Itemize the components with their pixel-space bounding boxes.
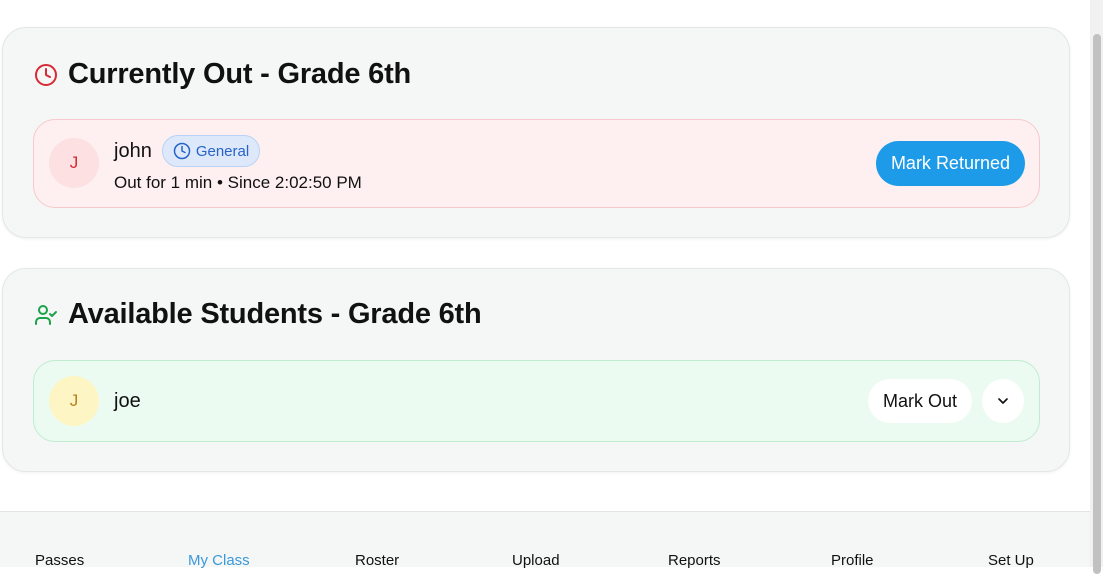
- student-name: john: [114, 139, 152, 162]
- currently-out-title: Currently Out - Grade 6th: [68, 58, 412, 90]
- badge-label: General: [195, 142, 250, 160]
- scrollbar-thumb[interactable]: [1093, 34, 1101, 574]
- nav-item-my-class[interactable]: My Class: [188, 552, 250, 569]
- bottom-nav: Passes My Class Roster Upload Reports Pr…: [0, 511, 1090, 569]
- available-students-title: Available Students - Grade 6th: [68, 298, 482, 330]
- chevron-down-icon: [995, 393, 1011, 409]
- avatar: J: [49, 376, 99, 426]
- nav-item-set-up[interactable]: Set Up: [988, 552, 1034, 569]
- mark-out-button[interactable]: Mark Out: [867, 379, 972, 423]
- available-students-card: Available Students - Grade 6th J joe Mar…: [2, 268, 1070, 472]
- nav-item-reports[interactable]: Reports: [668, 552, 721, 569]
- mark-returned-button[interactable]: Mark Returned: [875, 141, 1025, 186]
- clock-icon: [34, 63, 58, 87]
- student-info: john General Out for 1 min • Since 2:02:…: [114, 135, 362, 193]
- available-students-heading: Available Students - Grade 6th: [34, 298, 482, 331]
- available-student-row: J joe Mark Out: [33, 360, 1040, 442]
- student-info: joe: [114, 390, 141, 413]
- currently-out-heading: Currently Out - Grade 6th: [34, 58, 411, 91]
- user-check-icon: [34, 303, 58, 327]
- nav-item-roster[interactable]: Roster: [355, 552, 399, 569]
- scrollbar[interactable]: [1090, 0, 1103, 574]
- avatar: J: [49, 138, 99, 188]
- out-status-text: Out for 1 min • Since 2:02:50 PM: [114, 173, 362, 192]
- nav-item-profile[interactable]: Profile: [831, 552, 874, 569]
- pass-type-dropdown-button[interactable]: [982, 379, 1024, 423]
- nav-item-passes[interactable]: Passes: [35, 552, 84, 569]
- out-student-row: J john General Out for 1 min • Since 2:0…: [33, 119, 1040, 208]
- currently-out-card: Currently Out - Grade 6th J john General…: [2, 27, 1070, 238]
- pass-type-badge: General: [161, 135, 261, 167]
- student-name: joe: [114, 390, 141, 412]
- nav-item-upload[interactable]: Upload: [512, 552, 560, 569]
- clock-icon: [173, 142, 191, 160]
